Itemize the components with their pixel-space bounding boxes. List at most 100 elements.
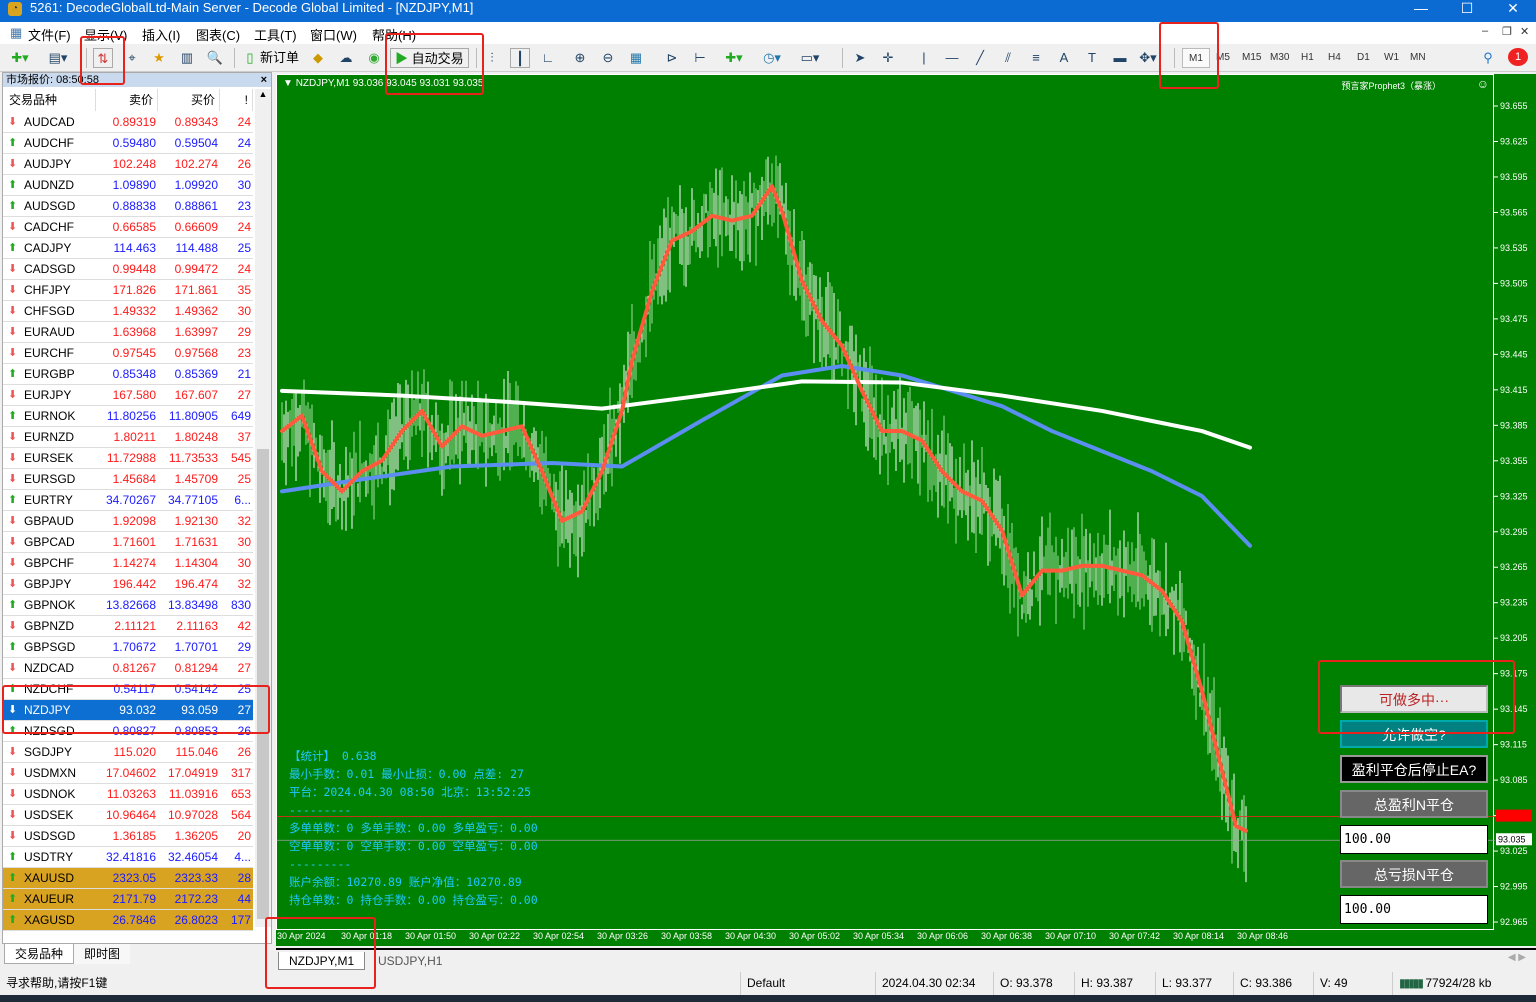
symbol-row-gbpnok[interactable]: ⬆ GBPNOK 13.82668 13.83498 830 bbox=[3, 595, 253, 616]
symbol-row-usdmxn[interactable]: ⬇ USDMXN 17.04602 17.04919 317 bbox=[3, 763, 253, 784]
allow-short-button[interactable]: 允许做空? bbox=[1340, 720, 1488, 748]
tf-M5[interactable]: M5 bbox=[1216, 52, 1230, 63]
new-order-button[interactable]: 新订单 bbox=[260, 48, 299, 68]
terminal-icon[interactable]: ▥ bbox=[177, 48, 197, 68]
symbol-row-eursgd[interactable]: ⬇ EURSGD 1.45684 1.45709 25 bbox=[3, 469, 253, 490]
notification-badge[interactable]: 1 bbox=[1508, 48, 1528, 66]
tf-H4[interactable]: H4 bbox=[1328, 52, 1341, 63]
symbol-row-eurnok[interactable]: ⬆ EURNOK 11.80256 11.80905 649 bbox=[3, 406, 253, 427]
metaeditor-icon[interactable]: ◆ bbox=[308, 48, 328, 68]
symbol-row-usdsgd[interactable]: ⬇ USDSGD 1.36185 1.36205 20 bbox=[3, 826, 253, 847]
symbol-row-eurchf[interactable]: ⬇ EURCHF 0.97545 0.97568 23 bbox=[3, 343, 253, 364]
menu-view[interactable]: 显示(V) bbox=[84, 25, 127, 44]
horizontal-line-icon[interactable]: — bbox=[942, 48, 962, 68]
symbol-row-audnzd[interactable]: ⬆ AUDNZD 1.09890 1.09920 30 bbox=[3, 175, 253, 196]
tf-M1[interactable]: M1 bbox=[1182, 48, 1210, 68]
tf-W1[interactable]: W1 bbox=[1384, 52, 1399, 63]
menu-window[interactable]: 窗口(W) bbox=[310, 25, 357, 44]
tab-tick-chart[interactable]: 即时图 bbox=[74, 944, 131, 964]
trendline-icon[interactable]: ╱ bbox=[970, 48, 990, 68]
close-all-profit-button[interactable]: 总盈利N平仓 bbox=[1340, 790, 1488, 818]
symbol-row-nzdsgd[interactable]: ⬆ NZDSGD 0.80827 0.80853 26 bbox=[3, 721, 253, 742]
time-axis[interactable]: 30 Apr 2024 30 Apr 01:18 30 Apr 01:50 30 Ap… bbox=[276, 930, 1496, 944]
menu-insert[interactable]: 插入(I) bbox=[142, 25, 180, 44]
symbol-row-gbpnzd[interactable]: ⬇ GBPNZD 2.11121 2.11163 42 bbox=[3, 616, 253, 637]
tf-D1[interactable]: D1 bbox=[1357, 52, 1370, 63]
symbol-row-eurgbp[interactable]: ⬆ EURGBP 0.85348 0.85369 21 bbox=[3, 364, 253, 385]
symbol-row-usdtry[interactable]: ⬆ USDTRY 32.41816 32.46054 4... bbox=[3, 847, 253, 868]
candlestick-icon[interactable]: ┃ bbox=[510, 48, 530, 68]
symbol-row-audchf[interactable]: ⬆ AUDCHF 0.59480 0.59504 24 bbox=[3, 133, 253, 154]
symbol-row-chfsgd[interactable]: ⬇ CHFSGD 1.49332 1.49362 30 bbox=[3, 301, 253, 322]
periods-icon[interactable]: ◷▾ bbox=[762, 48, 782, 68]
symbol-row-eurnzd[interactable]: ⬇ EURNZD 1.80211 1.80248 37 bbox=[3, 427, 253, 448]
symbol-row-cadjpy[interactable]: ⬆ CADJPY 114.463 114.488 25 bbox=[3, 238, 253, 259]
new-order-icon[interactable]: ▯ bbox=[240, 48, 260, 68]
symbol-row-usdnok[interactable]: ⬇ USDNOK 11.03263 11.03916 653 bbox=[3, 784, 253, 805]
tile-windows-icon[interactable]: ▦ bbox=[626, 48, 646, 68]
symbol-row-nzdcad[interactable]: ⬇ NZDCAD 0.81267 0.81294 27 bbox=[3, 658, 253, 679]
close-all-loss-button[interactable]: 总亏损N平仓 bbox=[1340, 860, 1488, 888]
zoom-in-icon[interactable]: ⊕ bbox=[570, 48, 590, 68]
stop-ea-after-tp-button[interactable]: 盈利平仓后停止EA? bbox=[1340, 755, 1488, 783]
navigator-icon[interactable]: ★ bbox=[149, 48, 169, 68]
symbol-row-xaueur[interactable]: ⬆ XAUEUR 2171.79 2172.23 44 bbox=[3, 889, 253, 910]
profit-target-input[interactable]: 100.00 bbox=[1340, 825, 1488, 854]
equidistant-channel-icon[interactable]: ⫽ bbox=[998, 48, 1018, 68]
symbol-row-xauusd[interactable]: ⬆ XAUUSD 2323.05 2323.33 28 bbox=[3, 868, 253, 889]
text-icon[interactable]: A bbox=[1054, 48, 1074, 68]
auto-trading-button[interactable]: ▶ 自动交易 bbox=[390, 48, 469, 68]
market-watch-scrollbar[interactable]: ▲ bbox=[255, 89, 271, 927]
chart-window[interactable]: ▼ NZDJPY,M1 93.036 93.045 93.031 93.035 … bbox=[276, 74, 1536, 946]
col-spread[interactable]: ! bbox=[220, 89, 253, 111]
auto-scroll-icon[interactable]: ⊳ bbox=[662, 48, 682, 68]
mdi-restore-icon[interactable]: ❐ bbox=[1502, 25, 1512, 38]
menu-chart[interactable]: 图表(C) bbox=[196, 25, 240, 44]
long-allowed-button[interactable]: 可做多中··· bbox=[1340, 685, 1488, 713]
menu-file[interactable]: 文件(F) bbox=[28, 25, 71, 44]
chart-tab-nzdjpy[interactable]: NZDJPY,M1 bbox=[278, 952, 366, 970]
symbol-row-gbpsgd[interactable]: ⬆ GBPSGD 1.70672 1.70701 29 bbox=[3, 637, 253, 658]
col-symbol[interactable]: 交易品种 bbox=[3, 89, 96, 111]
tab-symbols[interactable]: 交易品种 bbox=[4, 944, 75, 964]
loss-target-input[interactable]: 100.00 bbox=[1340, 895, 1488, 924]
symbol-row-gbpchf[interactable]: ⬇ GBPCHF 1.14274 1.14304 30 bbox=[3, 553, 253, 574]
symbol-row-audjpy[interactable]: ⬇ AUDJPY 102.248 102.274 26 bbox=[3, 154, 253, 175]
symbol-row-gbpjpy[interactable]: ⬇ GBPJPY 196.442 196.474 32 bbox=[3, 574, 253, 595]
mdi-minimize-icon[interactable]: – bbox=[1482, 25, 1488, 37]
scroll-up-icon[interactable]: ▲ bbox=[255, 89, 271, 99]
tab-scroll-icon[interactable]: ◀ ▶ bbox=[1508, 952, 1526, 963]
symbol-row-xagusd[interactable]: ⬆ XAGUSD 26.7846 26.8023 177 bbox=[3, 910, 253, 931]
col-bid[interactable]: 卖价 bbox=[96, 89, 158, 111]
tf-H1[interactable]: H1 bbox=[1301, 52, 1314, 63]
scroll-thumb[interactable] bbox=[257, 449, 269, 919]
vps-icon[interactable]: ☁ bbox=[336, 48, 356, 68]
symbol-row-euraud[interactable]: ⬇ EURAUD 1.63968 1.63997 29 bbox=[3, 322, 253, 343]
search-icon[interactable]: ⚲ bbox=[1478, 48, 1498, 68]
chart-shift-icon[interactable]: ⊢ bbox=[690, 48, 710, 68]
chart-plot-area[interactable]: ▼ NZDJPY,M1 93.036 93.045 93.031 93.035 … bbox=[276, 74, 1495, 930]
symbol-row-eursek[interactable]: ⬇ EURSEK 11.72988 11.73533 545 bbox=[3, 448, 253, 469]
symbol-row-gbpaud[interactable]: ⬇ GBPAUD 1.92098 1.92130 32 bbox=[3, 511, 253, 532]
cursor-icon[interactable]: ➤ bbox=[850, 48, 870, 68]
symbol-row-usdsek[interactable]: ⬇ USDSEK 10.96464 10.97028 564 bbox=[3, 805, 253, 826]
crosshair-icon[interactable]: ✛ bbox=[878, 48, 898, 68]
fibonacci-icon[interactable]: ≡ bbox=[1026, 48, 1046, 68]
symbol-row-nzdchf[interactable]: ⬆ NZDCHF 0.54117 0.54142 25 bbox=[3, 679, 253, 700]
profiles-icon[interactable]: ▤▾ bbox=[48, 48, 68, 68]
menu-tools[interactable]: 工具(T) bbox=[254, 25, 297, 44]
tf-M30[interactable]: M30 bbox=[1270, 52, 1289, 63]
close-button[interactable]: ✕ bbox=[1490, 0, 1536, 20]
symbol-row-chfjpy[interactable]: ⬇ CHFJPY 171.826 171.861 35 bbox=[3, 280, 253, 301]
market-watch-toggle-icon[interactable]: ⇅ bbox=[93, 48, 113, 68]
bar-chart-icon[interactable]: ⫶ bbox=[482, 48, 502, 68]
symbol-row-eurtry[interactable]: ⬆ EURTRY 34.70267 34.77105 6... bbox=[3, 490, 253, 511]
strategy-tester-icon[interactable]: 🔍 bbox=[205, 48, 225, 68]
maximize-button[interactable]: ☐ bbox=[1444, 0, 1490, 20]
col-ask[interactable]: 买价 bbox=[158, 89, 220, 111]
indicators-icon[interactable]: ✚▾ bbox=[724, 48, 744, 68]
tf-M15[interactable]: M15 bbox=[1242, 52, 1261, 63]
templates-icon[interactable]: ▭▾ bbox=[800, 48, 820, 68]
vertical-line-icon[interactable]: | bbox=[914, 48, 934, 68]
zoom-out-icon[interactable]: ⊖ bbox=[598, 48, 618, 68]
